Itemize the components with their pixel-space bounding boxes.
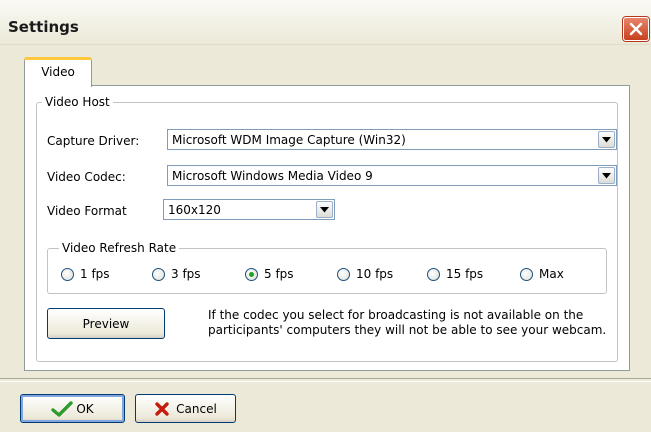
chevron-down-icon — [320, 206, 329, 212]
cancel-x-icon — [155, 401, 169, 416]
radio-1fps[interactable]: 1 fps — [61, 266, 110, 282]
ok-button[interactable]: OK — [20, 394, 125, 423]
radio-circle — [245, 267, 258, 281]
radio-15fps[interactable]: 15 fps — [427, 266, 483, 282]
video-host-group-label: Video Host — [42, 95, 113, 109]
cancel-button[interactable]: Cancel — [135, 394, 236, 423]
radio-max[interactable]: Max — [520, 266, 564, 282]
capture-driver-value: Microsoft WDM Image Capture (Win32) — [172, 133, 406, 147]
radio-circle — [61, 267, 74, 281]
radio-label: 10 fps — [356, 267, 394, 281]
preview-button[interactable]: Preview — [47, 308, 165, 339]
radio-circle — [152, 267, 165, 281]
close-button[interactable] — [623, 17, 649, 41]
radio-3fps[interactable]: 3 fps — [152, 266, 201, 282]
close-icon — [629, 22, 643, 36]
radio-circle — [520, 267, 533, 281]
video-format-dropdown-button[interactable] — [316, 201, 333, 218]
video-format-value: 160x120 — [168, 203, 221, 217]
radio-label: 3 fps — [171, 267, 201, 281]
capture-driver-dropdown[interactable]: Microsoft WDM Image Capture (Win32) — [167, 129, 617, 150]
capture-driver-dropdown-button[interactable] — [598, 131, 615, 148]
video-codec-dropdown-button[interactable] — [598, 167, 615, 184]
radio-label: 15 fps — [446, 267, 484, 281]
codec-warning-text: If the codec you select for broadcasting… — [208, 308, 607, 337]
radio-selected-dot — [249, 271, 254, 277]
checkmark-icon — [51, 400, 74, 417]
video-format-dropdown[interactable]: 160x120 — [163, 199, 335, 220]
video-format-label: Video Format — [47, 204, 127, 218]
radio-5fps[interactable]: 5 fps — [245, 266, 294, 282]
chevron-down-icon — [602, 172, 611, 178]
video-codec-dropdown[interactable]: Microsoft Windows Media Video 9 — [167, 165, 617, 186]
video-codec-label: Video Codec: — [47, 170, 126, 184]
capture-driver-label: Capture Driver: — [47, 134, 140, 148]
ok-button-label: OK — [76, 401, 94, 416]
radio-label: Max — [539, 267, 564, 281]
window-title: Settings — [8, 18, 79, 36]
radio-circle — [337, 267, 350, 281]
video-codec-value: Microsoft Windows Media Video 9 — [172, 169, 373, 183]
radio-label: 1 fps — [80, 267, 110, 281]
chevron-down-icon — [602, 136, 611, 142]
cancel-button-label: Cancel — [176, 401, 217, 416]
refresh-rate-group-label: Video Refresh Rate — [59, 241, 180, 255]
footer-divider — [0, 378, 651, 382]
title-bar: Settings — [0, 0, 651, 45]
radio-circle — [427, 267, 440, 281]
radio-10fps[interactable]: 10 fps — [337, 266, 393, 282]
radio-label: 5 fps — [264, 267, 294, 281]
tab-video[interactable]: Video — [24, 57, 92, 87]
